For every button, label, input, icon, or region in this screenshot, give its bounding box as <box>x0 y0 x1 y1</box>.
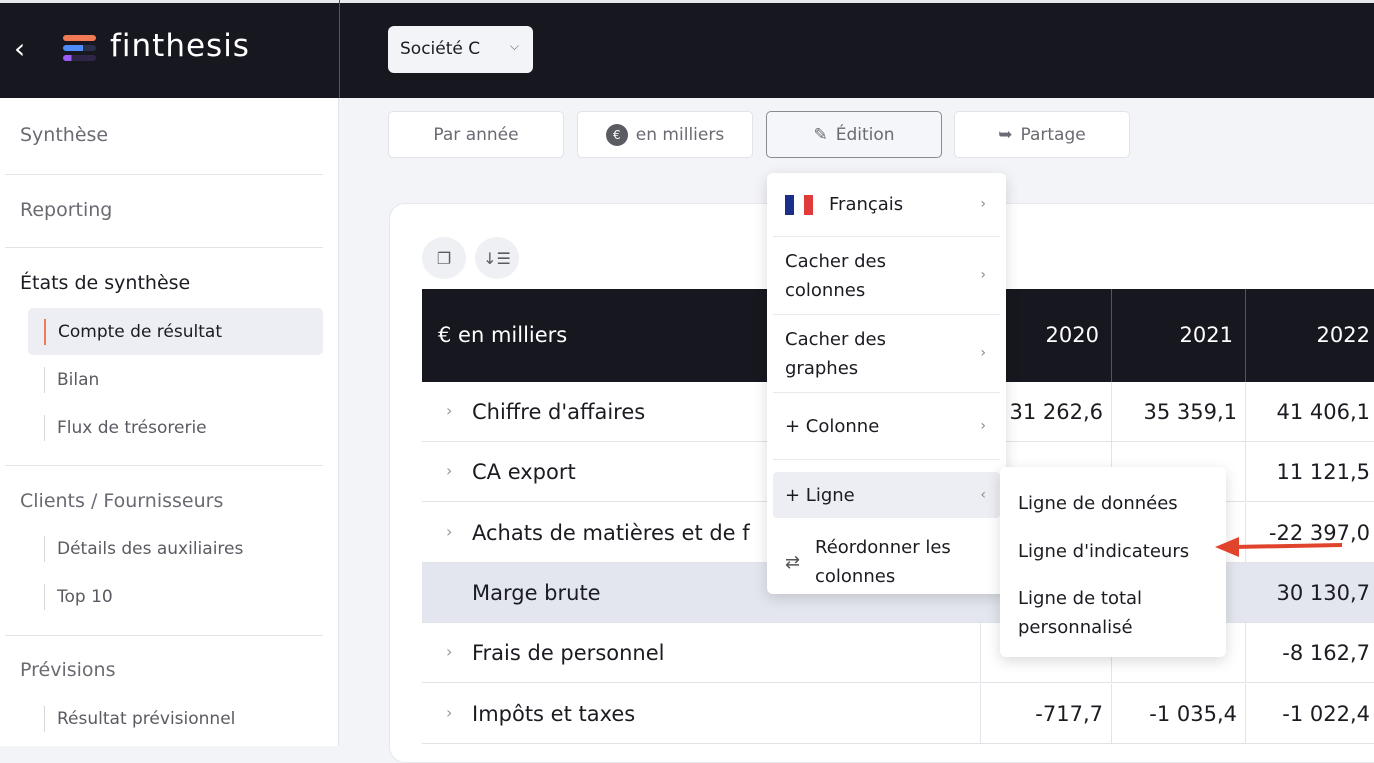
swap-icon: ⇄ <box>785 551 801 573</box>
row-label: Chiffre d'affaires <box>472 400 646 424</box>
row-value: -1 035,4 <box>1111 683 1245 744</box>
sidebar-item-compte-de-resultat[interactable]: Compte de résultat <box>44 319 222 345</box>
menu-item-add-line[interactable]: + Ligne ‹ <box>773 472 1000 518</box>
chevron-right-icon: › <box>980 417 986 434</box>
annotation-arrow <box>1215 537 1343 557</box>
logo-icon <box>63 35 96 65</box>
period-button[interactable]: Par année <box>388 111 564 158</box>
divider <box>339 0 340 98</box>
column-header[interactable]: 2021 <box>1111 289 1245 382</box>
chevron-left-icon[interactable]: ‹ <box>14 32 25 65</box>
row-value: 41 406,1 <box>1245 382 1374 442</box>
submenu-item-custom-total[interactable]: Ligne de total personnalisé <box>1018 584 1178 642</box>
sidebar-item-resultat-previsionnel[interactable]: Résultat prévisionnel <box>44 706 235 732</box>
divider <box>5 174 323 175</box>
euro-icon: € <box>605 123 628 146</box>
period-label: Par année <box>433 124 519 145</box>
menu-label: Réordonner les colonnes <box>815 537 951 587</box>
chevron-right-icon[interactable]: › <box>446 503 452 561</box>
menu-label: Cacher des graphes <box>785 328 886 379</box>
submenu-item-indicator-line[interactable]: Ligne d'indicateurs <box>1018 537 1189 566</box>
chevron-right-icon[interactable]: › <box>446 382 452 440</box>
share-button[interactable]: ➥ Partage <box>954 111 1130 158</box>
chevron-right-icon[interactable]: › <box>446 684 452 742</box>
divider <box>5 635 323 636</box>
chevron-down-icon: ⌵ <box>509 39 519 53</box>
brand-name: finthesis <box>110 28 250 64</box>
unit-button[interactable]: € en milliers <box>577 111 753 158</box>
row-value: 30 130,7 <box>1276 580 1370 605</box>
sidebar-item-flux[interactable]: Flux de trésorerie <box>44 415 207 441</box>
chevron-left-icon: ‹ <box>980 486 986 503</box>
sidebar-item-bilan[interactable]: Bilan <box>44 367 99 393</box>
copy-icon[interactable]: ❐ <box>422 237 466 279</box>
share-label: Partage <box>1020 124 1086 145</box>
sidebar: Synthèse Reporting États de synthèse Com… <box>0 98 339 746</box>
sidebar-item-reporting[interactable]: Reporting <box>20 199 112 221</box>
menu-item-reorder[interactable]: ⇄ Réordonner les colonnes <box>773 530 1000 594</box>
add-line-submenu: Ligne de données Ligne d'indicateurs Lig… <box>1000 467 1226 657</box>
divider <box>5 247 323 248</box>
chevron-right-icon[interactable]: › <box>446 442 452 500</box>
row-label: Achats de matières et de f <box>472 520 750 545</box>
table-row[interactable]: › Impôts et taxes -717,7 -1 035,4 -1 022,4 <box>422 683 1374 744</box>
menu-label: Cacher des colonnes <box>785 250 886 301</box>
chevron-right-icon: › <box>980 345 986 361</box>
unit-label: en milliers <box>635 124 725 145</box>
sidebar-section-previsions[interactable]: Prévisions <box>20 659 115 681</box>
company-label: Société C <box>400 39 481 59</box>
edit-menu: Français › Cacher des colonnes › Cacher de… <box>767 173 1006 594</box>
french-flag-icon <box>785 194 813 215</box>
chevron-right-icon: › <box>980 267 986 283</box>
company-select[interactable]: Société C ⌵ <box>388 26 533 73</box>
sort-icon[interactable]: ↓☰ <box>475 237 519 279</box>
row-label: Impôts et taxes <box>472 701 636 726</box>
menu-item-hide-columns[interactable]: Cacher des colonnes › <box>773 237 1000 315</box>
row-value: -8 162,7 <box>1245 623 1374 684</box>
menu-item-language[interactable]: Français › <box>773 173 1000 237</box>
row-label: Frais de personnel <box>472 641 665 666</box>
chevron-right-icon[interactable]: › <box>446 623 452 681</box>
table-row[interactable]: › Frais de personnel -8 162,7 <box>422 623 1374 684</box>
edit-button[interactable]: ✎ Édition <box>766 111 942 158</box>
row-value: -717,7 <box>980 683 1111 744</box>
row-value: 11 121,5 <box>1245 442 1374 503</box>
menu-label: Français <box>829 194 904 215</box>
column-header[interactable]: 2022 <box>1245 289 1374 382</box>
sidebar-section-etats[interactable]: États de synthèse <box>20 272 190 294</box>
chevron-right-icon: › <box>980 196 986 212</box>
pencil-icon: ✎ <box>813 124 828 145</box>
sidebar-item-synthese[interactable]: Synthèse <box>20 124 108 146</box>
row-value: -1 022,4 <box>1245 683 1374 744</box>
edit-label: Édition <box>835 124 895 145</box>
sidebar-item-top10[interactable]: Top 10 <box>44 584 113 610</box>
menu-item-hide-graphs[interactable]: Cacher des graphes › <box>773 315 1000 393</box>
share-icon: ➥ <box>998 124 1013 145</box>
row-value: 35 359,1 <box>1111 382 1245 442</box>
row-label: CA export <box>472 460 576 485</box>
unit-header: € en milliers <box>438 323 568 347</box>
divider <box>5 465 323 466</box>
menu-item-add-column[interactable]: + Colonne › <box>773 393 1000 460</box>
sidebar-section-clients[interactable]: Clients / Fournisseurs <box>20 490 223 512</box>
menu-label: + Ligne <box>785 484 855 506</box>
submenu-item-data-line[interactable]: Ligne de données <box>1018 489 1178 518</box>
menu-label: + Colonne <box>785 415 880 437</box>
row-label: Marge brute <box>472 580 601 605</box>
sidebar-item-details[interactable]: Détails des auxiliaires <box>44 536 243 562</box>
